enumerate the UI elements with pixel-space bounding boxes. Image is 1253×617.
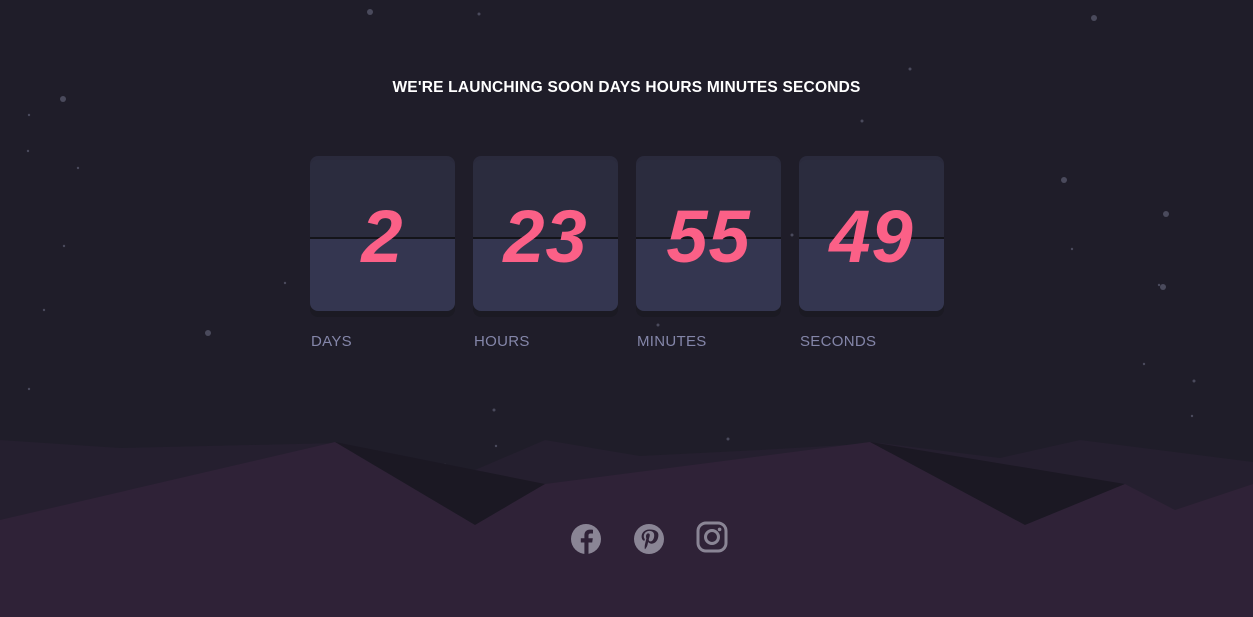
pinterest-icon[interactable] <box>632 522 664 558</box>
social-links <box>0 520 1253 560</box>
instagram-icon[interactable] <box>695 520 728 556</box>
facebook-icon[interactable] <box>569 522 601 558</box>
